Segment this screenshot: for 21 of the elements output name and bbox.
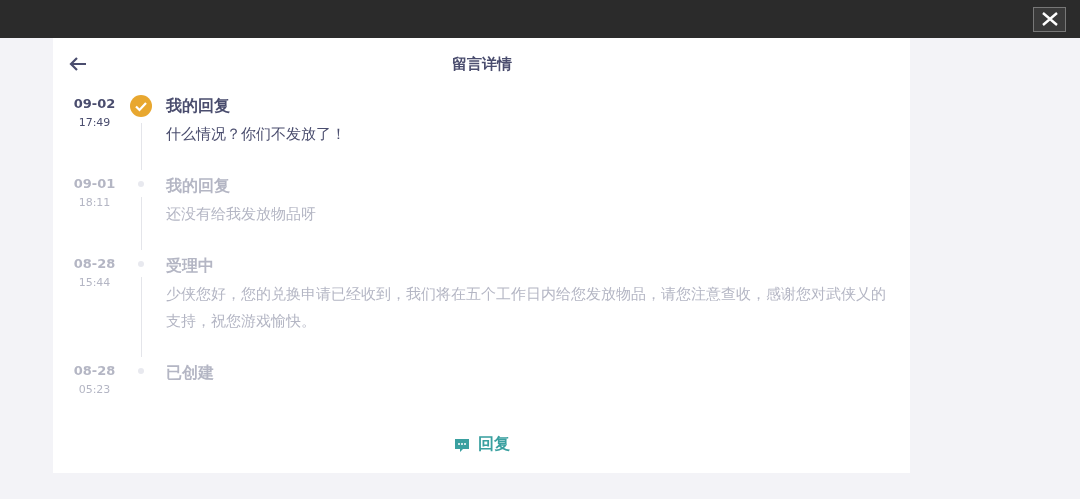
entry-date: 08-28 xyxy=(73,256,116,271)
entry-message: 什么情况？你们不发放了！ xyxy=(166,124,347,145)
chat-icon xyxy=(453,436,470,453)
entry-date: 09-02 xyxy=(73,96,116,111)
entry-time: 15:44 xyxy=(78,276,111,289)
entry-title: 我的回复 xyxy=(166,175,231,197)
entry-time: 17:49 xyxy=(78,116,111,129)
entry-date: 09-01 xyxy=(73,176,116,191)
close-button[interactable] xyxy=(1033,6,1066,32)
entry-time: 05:23 xyxy=(78,383,111,396)
entry-message: 少侠您好，您的兑换申请已经收到，我们将在五个工作日内给您发放物品，请您注意查收，感谢您对武侠乂的支持，祝您游戏愉快。 xyxy=(166,284,887,332)
entry-title: 我的回复 xyxy=(166,95,231,117)
page-title: 留言详情 xyxy=(451,54,512,74)
entry-title: 已创建 xyxy=(166,362,215,384)
entry-date: 08-28 xyxy=(73,363,116,378)
close-icon xyxy=(1040,12,1059,26)
entry-title: 受理中 xyxy=(166,255,215,277)
back-icon[interactable] xyxy=(68,56,88,72)
entry-time: 18:11 xyxy=(78,196,111,209)
entry-message: 还没有给我发放物品呀 xyxy=(166,204,317,225)
reply-button[interactable]: 回复 xyxy=(451,432,512,457)
